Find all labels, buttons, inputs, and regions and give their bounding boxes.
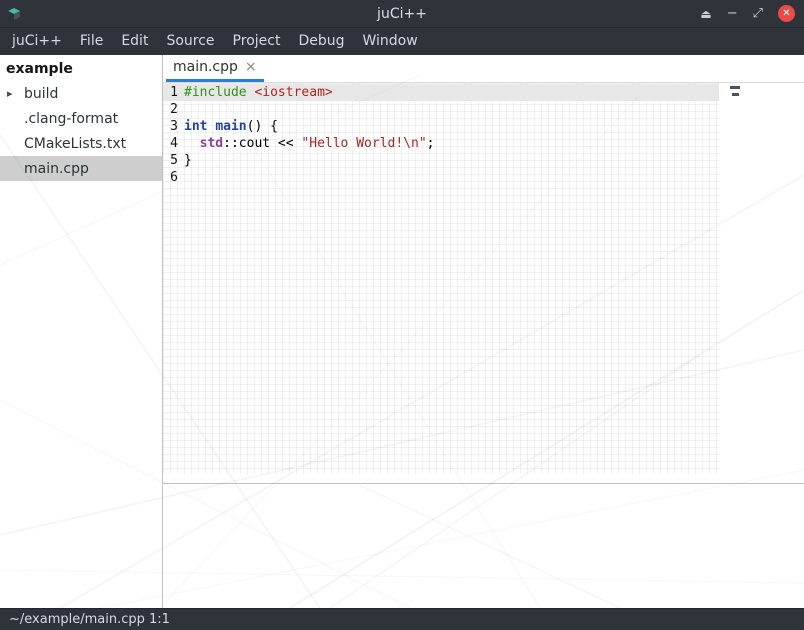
window-controls: ⏏ − ⤢ ✕ — [700, 5, 804, 22]
tree-item-cmakelists-txt[interactable]: CMakeLists.txt — [0, 131, 162, 156]
line-number: 6 — [163, 169, 178, 186]
code-line-4[interactable]: 4 std::cout << "Hello World!\n"; — [163, 135, 719, 152]
tree-item-clang-format[interactable]: .clang-format — [0, 106, 162, 131]
app-window: juCi++ ⏏ − ⤢ ✕ juCi++FileEditSourceProje… — [0, 0, 804, 630]
menu-file[interactable]: File — [71, 28, 112, 55]
tab-main-cpp[interactable]: main.cpp × — [166, 55, 264, 82]
tab-bar: main.cpp × — [163, 55, 804, 83]
menu-debug[interactable]: Debug — [289, 28, 353, 55]
restore-button[interactable]: ⤢ — [753, 7, 763, 20]
code-text: #include <iostream> — [184, 84, 333, 101]
window-title: juCi++ — [377, 6, 427, 22]
file-tree: ▸ build .clang-format CMakeLists.txt main.cp… — [0, 81, 162, 181]
app-logo-icon — [6, 6, 22, 22]
project-root-label[interactable]: example — [0, 55, 162, 81]
menu-window[interactable]: Window — [354, 28, 427, 55]
menu-edit[interactable]: Edit — [112, 28, 157, 55]
minimize-button[interactable]: − — [727, 7, 738, 20]
code-line-5[interactable]: 5} — [163, 152, 719, 169]
status-bar: ~/example/main.cpp 1:1 — [0, 608, 804, 630]
menu-source[interactable]: Source — [157, 28, 223, 55]
overview-mark — [732, 93, 739, 96]
line-number: 4 — [163, 135, 178, 152]
code-text: int main() { — [184, 118, 278, 135]
code-text: std::cout << "Hello World!\n"; — [184, 135, 434, 152]
main-pane: main.cpp × 1 #include <iostream> 23 int mai… — [163, 55, 804, 608]
tab-label: main.cpp — [173, 59, 238, 75]
bottom-panel — [163, 483, 804, 608]
line-number: 2 — [163, 101, 178, 118]
line-number: 5 — [163, 152, 178, 169]
overview-mark — [730, 86, 740, 89]
file-tree-sidebar: example ▸ build .clang-format CMakeLists.tx… — [0, 55, 163, 608]
menu-juci[interactable]: juCi++ — [3, 28, 71, 55]
code-line-2[interactable]: 2 — [163, 101, 719, 118]
tab-close-icon[interactable]: × — [245, 60, 257, 74]
content-area: example ▸ build .clang-format CMakeLists.tx… — [0, 55, 804, 608]
tree-item-build[interactable]: ▸ build — [0, 81, 162, 106]
tree-item-main-cpp[interactable]: main.cpp — [0, 156, 162, 181]
tree-item-label: build — [24, 86, 58, 102]
close-button[interactable]: ✕ — [778, 5, 795, 22]
status-file-position: ~/example/main.cpp 1:1 — [9, 612, 170, 627]
code-text: } — [184, 152, 192, 169]
line-number: 1 — [163, 84, 178, 101]
code-line-1[interactable]: 1 #include <iostream> — [163, 84, 719, 101]
menu-project[interactable]: Project — [224, 28, 290, 55]
expander-icon[interactable]: ▸ — [7, 87, 13, 100]
eject-button[interactable]: ⏏ — [700, 8, 711, 20]
tree-item-label: .clang-format — [24, 111, 118, 127]
tree-item-label: CMakeLists.txt — [24, 136, 126, 152]
code-line-3[interactable]: 3 int main() { — [163, 118, 719, 135]
tree-item-label: main.cpp — [24, 161, 89, 177]
scroll-overview[interactable] — [728, 85, 748, 105]
code-editor[interactable]: 1#include <iostream>23int main() {4 std:… — [163, 83, 804, 483]
titlebar: juCi++ ⏏ − ⤢ ✕ — [0, 0, 804, 28]
code-line-6[interactable]: 6 — [163, 169, 719, 186]
line-number: 3 — [163, 118, 178, 135]
code-region[interactable]: 1#include <iostream>23int main() {4 std:… — [163, 83, 719, 474]
menubar: juCi++FileEditSourceProjectDebugWindow — [0, 28, 804, 55]
